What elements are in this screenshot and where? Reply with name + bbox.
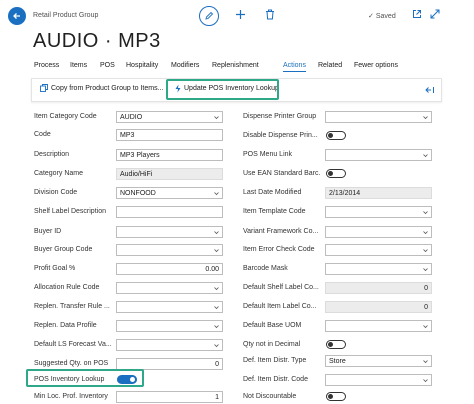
buyer-group-code-field[interactable] [116, 244, 223, 256]
barcode-mask-field[interactable] [325, 263, 432, 275]
variant-framework-code-field[interactable] [325, 226, 432, 238]
replen-data-profile-label: Replen. Data Profile [34, 322, 97, 329]
chevron-down-icon [423, 360, 428, 364]
min-loc-prof-inventory-field[interactable]: 1 [116, 391, 223, 403]
chevron-down-icon [214, 325, 219, 329]
division-code-label: Division Code [34, 189, 78, 196]
description-field[interactable]: MP3 Players [116, 149, 223, 161]
default-shelf-label-code-field: 0 [325, 282, 432, 294]
chevron-down-icon [423, 379, 428, 383]
chevron-down-icon [214, 249, 219, 253]
chevron-down-icon [423, 116, 428, 120]
allocation-rule-code-field[interactable] [116, 282, 223, 294]
toggle-knob [328, 394, 333, 399]
chevron-down-icon [214, 344, 219, 348]
code-label: Code [34, 131, 51, 138]
disable-dispense-printer-toggle[interactable] [326, 131, 346, 140]
profit-goal-label: Profit Goal % [34, 265, 76, 272]
replen-transfer-rule-label: Replen. Transfer Rule ... [34, 303, 110, 310]
replen-transfer-rule-field[interactable] [116, 301, 223, 313]
code-field[interactable]: MP3 [116, 129, 223, 141]
suggested-qty-label: Suggested Qty. on POS [34, 360, 109, 367]
chevron-down-icon [423, 231, 428, 235]
default-base-uom-label: Default Base UOM [243, 322, 302, 329]
buyer-id-field[interactable] [116, 226, 223, 238]
use-ean-standard-barcode-label: Use EAN Standard Barc. [243, 170, 321, 177]
use-ean-standard-barcode-toggle[interactable] [326, 169, 346, 178]
default-item-label-code-label: Default Item Label Co... [243, 303, 317, 310]
chevron-down-icon [423, 325, 428, 329]
division-code-field[interactable]: NONFOOD [116, 187, 223, 199]
chevron-down-icon [214, 306, 219, 310]
chevron-down-icon [214, 192, 219, 196]
chevron-down-icon [423, 249, 428, 253]
toggle-knob [328, 133, 333, 138]
category-name-field: Audio/HiFi [116, 168, 223, 180]
variant-framework-code-label: Variant Framework Co... [243, 228, 319, 235]
chevron-down-icon [423, 154, 428, 158]
qty-not-in-decimal-label: Qty not in Decimal [243, 341, 301, 348]
dispense-printer-group-field[interactable] [325, 111, 432, 123]
def-item-distr-code-label: Def. Item Distr. Code [243, 376, 308, 383]
item-error-check-code-field[interactable] [325, 244, 432, 256]
default-shelf-label-code-label: Default Shelf Label Co... [243, 284, 319, 291]
default-base-uom-field[interactable] [325, 320, 432, 332]
last-date-modified-label: Last Date Modified [243, 189, 302, 196]
allocation-rule-code-label: Allocation Rule Code [34, 284, 100, 291]
profit-goal-field[interactable]: 0.00 [116, 263, 223, 275]
description-label: Description [34, 151, 70, 158]
toggle-knob [328, 171, 333, 176]
item-category-code-field[interactable]: AUDIO [116, 111, 223, 123]
default-ls-forecast-label: Default LS Forecast Va... [34, 341, 112, 348]
default-item-label-code-field: 0 [325, 301, 432, 313]
chevron-down-icon [214, 116, 219, 120]
default-ls-forecast-field[interactable] [116, 339, 223, 351]
def-item-distr-code-field[interactable] [325, 374, 432, 386]
barcode-mask-label: Barcode Mask [243, 265, 288, 272]
def-item-distr-type-field[interactable]: Store [325, 355, 432, 367]
pos-menu-link-label: POS Menu Link [243, 151, 293, 158]
pos-menu-link-field[interactable] [325, 149, 432, 161]
chevron-down-icon [214, 287, 219, 291]
dispense-printer-group-label: Dispense Printer Group [243, 113, 317, 120]
disable-dispense-printer-label: Disable Dispense Prin... [243, 132, 318, 139]
item-template-code-label: Item Template Code [243, 208, 306, 215]
item-error-check-code-label: Item Error Check Code [243, 246, 315, 253]
buyer-id-label: Buyer ID [34, 228, 62, 235]
chevron-down-icon [423, 211, 428, 215]
chevron-down-icon [423, 268, 428, 272]
shelf-label-description-label: Shelf Label Description [34, 208, 106, 215]
buyer-group-code-label: Buyer Group Code [34, 246, 93, 253]
item-template-code-field[interactable] [325, 206, 432, 218]
min-loc-prof-inventory-label: Min Loc. Prof. Inventory [34, 393, 108, 400]
qty-not-in-decimal-toggle[interactable] [326, 340, 346, 349]
toggle-knob [328, 342, 333, 347]
replen-data-profile-field[interactable] [116, 320, 223, 332]
def-item-distr-type-label: Def. Item Distr. Type [243, 357, 307, 364]
not-discountable-toggle[interactable] [326, 392, 346, 401]
pos-inventory-lookup-highlight [26, 369, 144, 387]
shelf-label-description-field[interactable] [116, 206, 223, 218]
general-fasttab: Item Category Code AUDIO Code MP3 Descri… [0, 0, 474, 404]
last-date-modified-field: 2/13/2014 [325, 187, 432, 199]
not-discountable-label: Not Discountable [243, 393, 297, 400]
item-category-code-label: Item Category Code [34, 113, 97, 120]
category-name-label: Category Name [34, 170, 84, 177]
chevron-down-icon [214, 231, 219, 235]
